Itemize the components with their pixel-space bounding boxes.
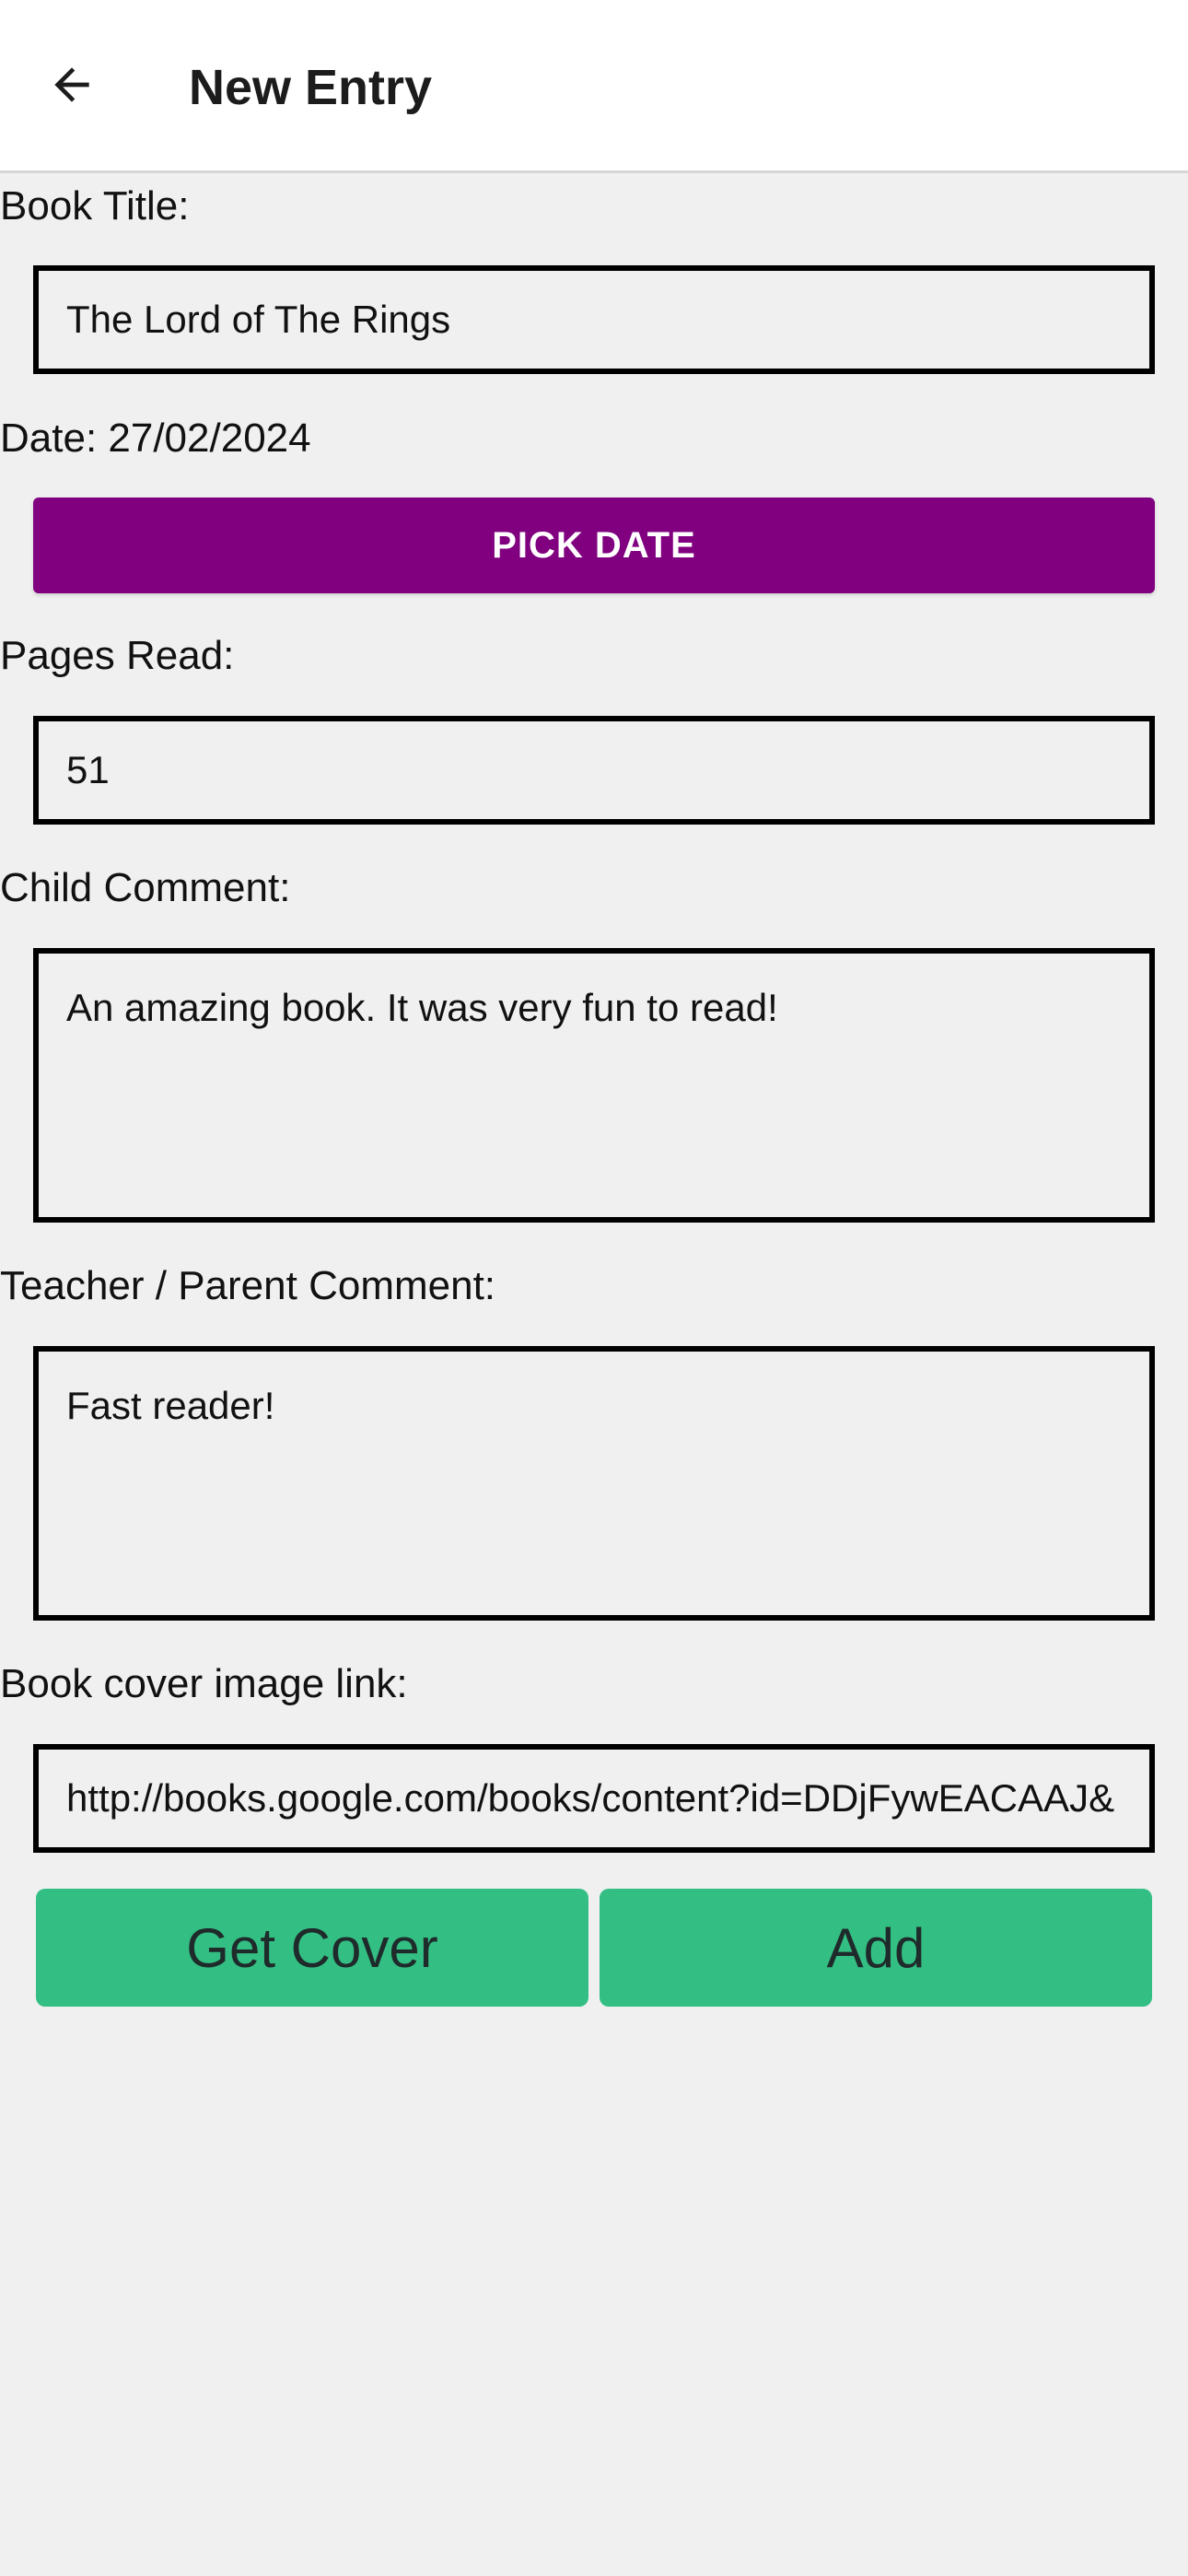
teacher-parent-comment-label: Teacher / Parent Comment: bbox=[0, 1263, 496, 1308]
pick-date-button[interactable]: PICK DATE bbox=[33, 498, 1155, 593]
child-comment-textarea[interactable]: An amazing book. It was very fun to read… bbox=[33, 948, 1155, 1223]
cover-link-input[interactable] bbox=[33, 1744, 1155, 1853]
book-title-label: Book Title: bbox=[0, 183, 190, 228]
book-title-input[interactable] bbox=[33, 265, 1155, 374]
add-button[interactable]: Add bbox=[600, 1889, 1152, 2007]
teacher-parent-comment-textarea[interactable]: Fast reader! bbox=[33, 1346, 1155, 1621]
cover-link-label: Book cover image link: bbox=[0, 1661, 408, 1706]
pages-read-label: Pages Read: bbox=[0, 633, 235, 678]
date-label: Date: 27/02/2024 bbox=[0, 416, 311, 461]
pages-read-input[interactable] bbox=[33, 716, 1155, 825]
child-comment-label: Child Comment: bbox=[0, 865, 291, 910]
page-title: New Entry bbox=[189, 60, 433, 115]
arrow-left-icon bbox=[54, 67, 89, 102]
app-bar: New Entry bbox=[0, 0, 1188, 173]
back-button[interactable] bbox=[28, 41, 116, 129]
get-cover-button[interactable]: Get Cover bbox=[36, 1889, 588, 2007]
